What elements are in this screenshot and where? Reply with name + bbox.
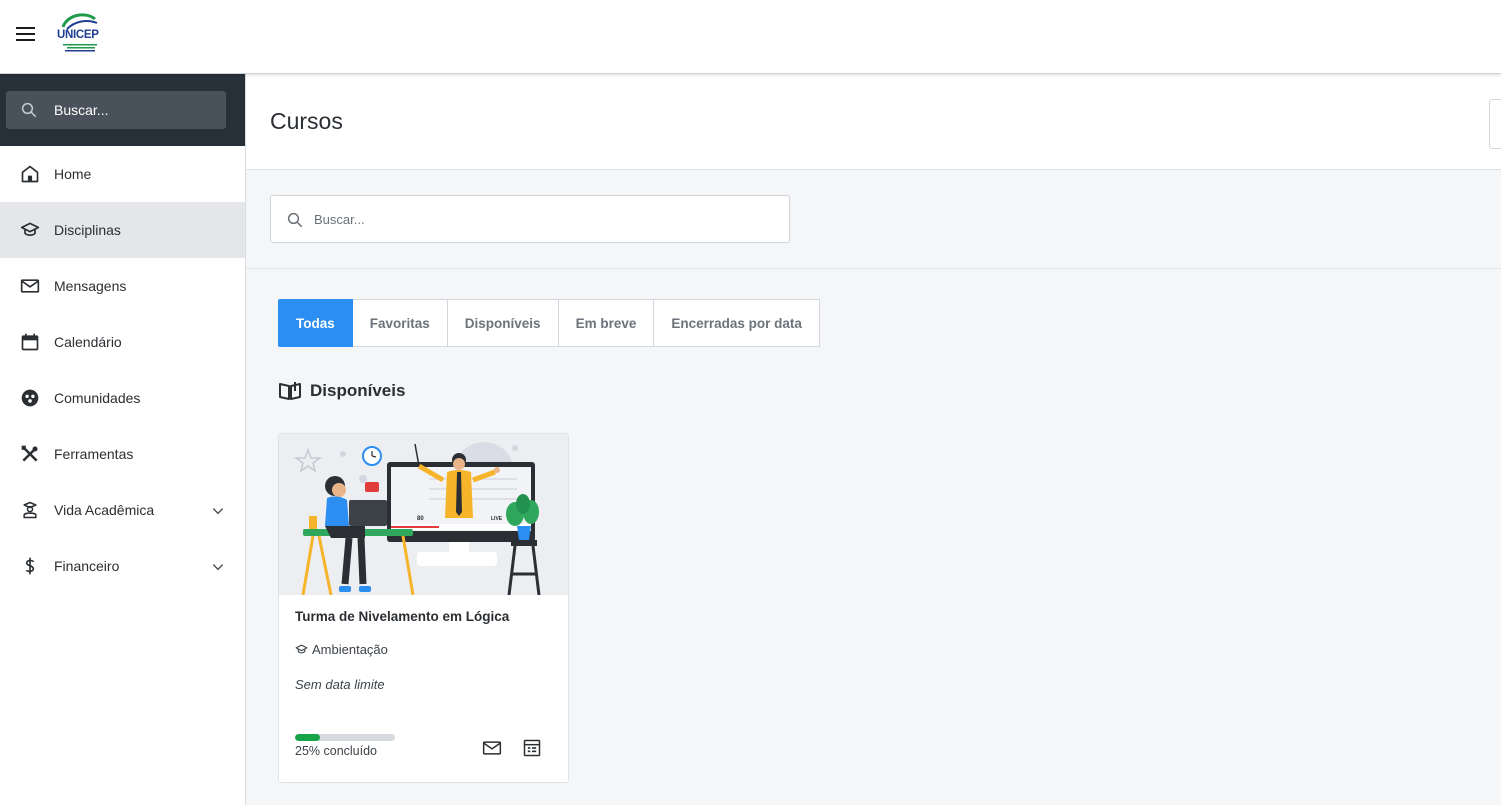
unicep-logo[interactable]: UNICEP xyxy=(57,13,103,53)
sidebar-item-label: Vida Acadêmica xyxy=(54,502,155,518)
course-deadline: Sem data limite xyxy=(295,677,385,692)
section-title: Disponíveis xyxy=(310,381,406,400)
sidebar-item-label: Comunidades xyxy=(54,390,141,406)
mail-icon[interactable] xyxy=(482,738,502,758)
logo-text: UNICEP xyxy=(57,29,99,41)
sidebar-search-input[interactable]: Buscar... xyxy=(6,91,226,129)
sidebar-item-vida-academica[interactable]: Vida Acadêmica xyxy=(0,482,245,538)
hamburger-menu-icon[interactable] xyxy=(16,27,35,41)
tab-todas[interactable]: Todas xyxy=(278,299,353,347)
mail-icon xyxy=(20,279,40,293)
sidebar-item-label: Financeiro xyxy=(54,558,120,574)
tools-icon xyxy=(21,445,38,462)
header-action-button[interactable] xyxy=(1489,99,1501,149)
sidebar-item-ferramentas[interactable]: Ferramentas xyxy=(0,426,245,482)
sidebar-item-label: Mensagens xyxy=(54,278,127,294)
top-bar: UNICEP xyxy=(0,0,1501,74)
course-filter-tabs: Todas Favoritas Disponíveis Em breve Enc… xyxy=(278,299,820,347)
sidebar-search-area: Buscar... xyxy=(0,74,245,146)
chevron-down-icon[interactable] xyxy=(211,560,225,574)
tab-disponiveis[interactable]: Disponíveis xyxy=(447,299,559,347)
open-book-icon xyxy=(279,382,301,400)
chevron-down-icon[interactable] xyxy=(211,504,225,518)
sidebar-item-comunidades[interactable]: Comunidades xyxy=(0,370,245,426)
course-category: Ambientação xyxy=(295,642,388,657)
student-icon xyxy=(23,501,37,519)
course-card-actions xyxy=(482,738,542,758)
course-search-field[interactable] xyxy=(270,195,790,243)
sidebar-search-placeholder: Buscar... xyxy=(54,102,109,118)
course-progress-label: 25% concluído xyxy=(295,744,378,758)
sidebar-item-financeiro[interactable]: Financeiro xyxy=(0,538,245,594)
search-icon xyxy=(287,212,303,228)
community-icon xyxy=(21,389,39,407)
sidebar-item-mensagens[interactable]: Mensagens xyxy=(0,258,245,314)
online-class-illustration: 80 LIVE xyxy=(279,434,568,595)
course-category-label: Ambientação xyxy=(312,642,388,657)
main-content: Cursos Todas Favoritas Disponíveis Em br… xyxy=(246,74,1501,805)
course-progress-fill xyxy=(295,734,320,741)
tab-favoritas[interactable]: Favoritas xyxy=(352,299,448,347)
sidebar-item-label: Calendário xyxy=(54,334,122,350)
course-title[interactable]: Turma de Nivelamento em Lógica xyxy=(295,609,509,624)
sidebar-item-label: Ferramentas xyxy=(54,446,134,462)
grades-icon[interactable] xyxy=(522,738,542,758)
sidebar-item-disciplinas[interactable]: Disciplinas xyxy=(0,202,245,258)
sidebar-item-home[interactable]: Home xyxy=(0,146,245,202)
page-title: Cursos xyxy=(270,108,343,134)
sidebar-item-label: Home xyxy=(54,166,92,182)
live-viewers-count: 80 xyxy=(417,516,424,522)
course-illustration: 80 LIVE xyxy=(279,434,568,595)
tab-em-breve[interactable]: Em breve xyxy=(558,299,655,347)
sidebar-item-label: Disciplinas xyxy=(54,222,121,238)
graduation-cap-icon xyxy=(20,222,40,237)
live-label: LIVE xyxy=(491,516,503,522)
course-search-input[interactable] xyxy=(314,196,774,242)
graduation-cap-icon xyxy=(295,644,308,654)
course-progress-bar xyxy=(295,734,395,741)
section-header: Disponíveis xyxy=(278,381,405,401)
search-icon xyxy=(21,102,37,118)
tab-encerradas-por-data[interactable]: Encerradas por data xyxy=(654,299,820,347)
search-row xyxy=(246,170,1501,269)
calendar-icon xyxy=(21,333,39,351)
logo-tagline xyxy=(63,44,97,52)
page-header: Cursos xyxy=(246,74,1501,170)
course-card[interactable]: 80 LIVE Turma de Nivelamento em Lógica A… xyxy=(278,433,569,783)
sidebar: Buscar... Home Disciplinas Mensagens Cal… xyxy=(0,74,246,805)
sidebar-item-calendario[interactable]: Calendário xyxy=(0,314,245,370)
home-icon xyxy=(21,165,39,183)
dollar-icon xyxy=(25,557,35,575)
